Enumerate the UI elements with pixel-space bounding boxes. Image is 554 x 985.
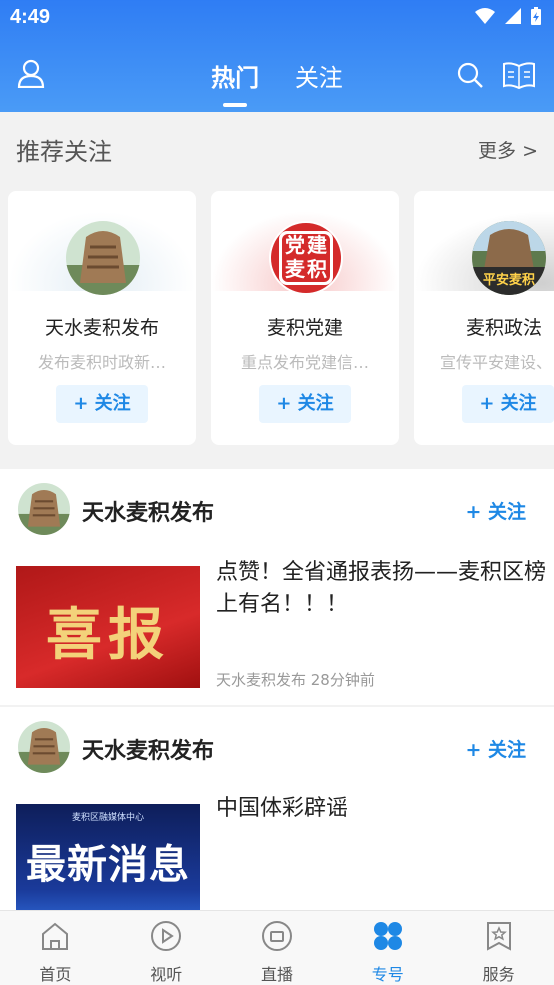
news-thumbnail[interactable]: 麦积区融媒体中心 最新消息 [16, 804, 200, 910]
nav-label: 直播 [260, 965, 293, 984]
tab-hot[interactable]: 热门 [211, 58, 259, 107]
follow-button[interactable]: + 关注 [465, 735, 526, 762]
nav-home[interactable]: 首页 [0, 911, 111, 985]
read-paper-icon[interactable] [502, 60, 536, 90]
nav-label: 服务 [482, 965, 515, 984]
battery-icon [531, 7, 541, 25]
news-post[interactable]: 天水麦积发布 + 关注 麦积区融媒体中心 最新消息 中国体彩辟谣 [0, 707, 554, 910]
nav-service[interactable]: 服务 [443, 911, 554, 985]
card-name: 麦积党建 [266, 317, 343, 339]
recommend-card[interactable]: 天水麦积发布 发布麦积时政新… + 关注 [8, 191, 196, 445]
bottom-nav: 首页 视听 直播 专号 服务 [0, 910, 554, 985]
party-seal-avatar: 党建麦积 [269, 221, 343, 295]
recommend-card[interactable]: 党建麦积 麦积党建 重点发布党建信… + 关注 [211, 191, 399, 445]
author-avatar [18, 721, 70, 773]
author-name: 天水麦积发布 [82, 501, 215, 526]
author-name: 天水麦积发布 [82, 739, 215, 764]
follow-button[interactable]: + 关注 [56, 385, 148, 423]
news-thumbnail[interactable]: 喜报 [16, 566, 200, 688]
search-icon[interactable] [455, 60, 485, 90]
avatar-caption: 平安麦积 [482, 273, 535, 288]
nav-label: 专号 [371, 965, 404, 984]
recommend-header: 推荐关注 更多 > [0, 112, 554, 182]
author-avatar [18, 483, 70, 535]
card-name: 天水麦积发布 [44, 317, 159, 339]
wifi-icon [475, 8, 495, 24]
thumbnail-text: 最新消息 [26, 842, 190, 888]
nav-label: 首页 [39, 965, 72, 984]
avatar [66, 221, 140, 295]
play-icon [151, 921, 182, 951]
card-desc: 发布麦积时政新… [37, 353, 166, 372]
service-icon [486, 922, 511, 951]
news-meta: 天水麦积发布 28分钟前 [216, 671, 375, 689]
follow-button[interactable]: + 关注 [465, 497, 526, 524]
card-desc: 宣传平安建设、 [440, 353, 553, 372]
status-icons [474, 6, 542, 26]
thumbnail-text: 喜报 [46, 602, 170, 668]
nav-video[interactable]: 视听 [111, 911, 222, 985]
news-title[interactable]: 中国体彩辟谣 [216, 793, 546, 825]
follow-button[interactable]: + 关注 [259, 385, 351, 423]
status-time: 4:49 [10, 6, 51, 28]
recommend-card[interactable]: 平安麦积 麦积政法 宣传平安建设、 + 关注 [414, 191, 554, 445]
top-header: 4:49 热门 关注 [0, 0, 554, 112]
signal-icon [505, 8, 521, 24]
home-icon [42, 922, 69, 950]
nav-label: 视听 [150, 965, 183, 984]
grid-icon [373, 922, 402, 950]
news-title[interactable]: 点赞！全省通报表扬——麦积区榜上有名！！！ [216, 557, 546, 621]
tv-icon [261, 921, 292, 951]
avatar: 平安麦积 [472, 221, 546, 295]
recommend-title: 推荐关注 [16, 138, 112, 166]
nav-live[interactable]: 直播 [222, 911, 333, 985]
nav-channels[interactable]: 专号 [332, 911, 443, 985]
seal-text: 党建麦积 [285, 233, 329, 281]
tab-follow[interactable]: 关注 [295, 58, 343, 93]
thumbnail-caption: 麦积区融媒体中心 [71, 813, 144, 823]
card-desc: 重点发布党建信… [240, 353, 369, 372]
news-post[interactable]: 天水麦积发布 + 关注 喜报 点赞！全省通报表扬——麦积区榜上有名！！！ 天水麦… [0, 469, 554, 705]
follow-button[interactable]: + 关注 [462, 385, 554, 423]
card-name: 麦积政法 [466, 317, 543, 339]
more-link[interactable]: 更多 > [478, 136, 538, 163]
